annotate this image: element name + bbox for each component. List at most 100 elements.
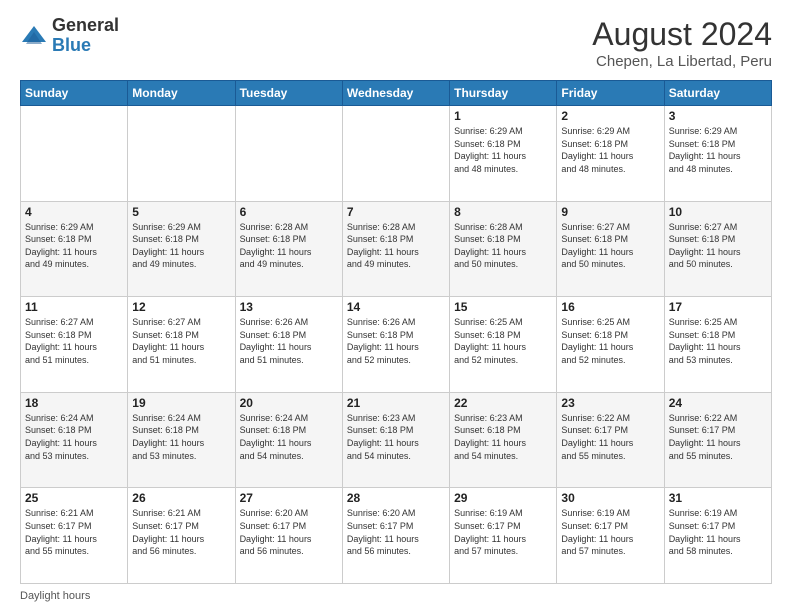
calendar-cell: 2 Sunrise: 6:29 AM Sunset: 6:18 PM Daylig… (557, 106, 664, 202)
day-info: Sunrise: 6:25 AM Sunset: 6:18 PM Dayligh… (669, 316, 767, 366)
day-info: Sunrise: 6:26 AM Sunset: 6:18 PM Dayligh… (240, 316, 338, 366)
calendar-cell: 6 Sunrise: 6:28 AM Sunset: 6:18 PM Daylig… (235, 201, 342, 297)
calendar-cell: 21 Sunrise: 6:23 AM Sunset: 6:18 PM Dayli… (342, 392, 449, 488)
calendar-cell (342, 106, 449, 202)
calendar-cell: 1Sunrise: 6:29 AM Sunset: 6:18 PM Daylig… (450, 106, 557, 202)
calendar-cell: 31 Sunrise: 6:19 AM Sunset: 6:17 PM Dayli… (664, 488, 771, 584)
day-info: Sunrise: 6:24 AM Sunset: 6:18 PM Dayligh… (132, 412, 230, 462)
day-number: 26 (132, 491, 230, 505)
header-monday: Monday (128, 81, 235, 106)
calendar-cell: 18Sunrise: 6:24 AM Sunset: 6:18 PM Dayli… (21, 392, 128, 488)
calendar-cell: 27 Sunrise: 6:20 AM Sunset: 6:17 PM Dayli… (235, 488, 342, 584)
day-number: 3 (669, 109, 767, 123)
day-number: 2 (561, 109, 659, 123)
day-info: Sunrise: 6:27 AM Sunset: 6:18 PM Dayligh… (132, 316, 230, 366)
day-number: 11 (25, 300, 123, 314)
calendar-cell: 29Sunrise: 6:19 AM Sunset: 6:17 PM Dayli… (450, 488, 557, 584)
day-info: Sunrise: 6:23 AM Sunset: 6:18 PM Dayligh… (347, 412, 445, 462)
week-row-3: 11 Sunrise: 6:27 AM Sunset: 6:18 PM Dayli… (21, 297, 772, 393)
day-info: Sunrise: 6:22 AM Sunset: 6:17 PM Dayligh… (669, 412, 767, 462)
day-number: 6 (240, 205, 338, 219)
logo-blue: Blue (52, 35, 91, 55)
calendar-cell: 14 Sunrise: 6:26 AM Sunset: 6:18 PM Dayli… (342, 297, 449, 393)
day-info: Sunrise: 6:24 AM Sunset: 6:18 PM Dayligh… (240, 412, 338, 462)
calendar-cell: 23Sunrise: 6:22 AM Sunset: 6:17 PM Dayli… (557, 392, 664, 488)
day-info: Sunrise: 6:29 AM Sunset: 6:18 PM Dayligh… (25, 221, 123, 271)
day-number: 4 (25, 205, 123, 219)
day-number: 27 (240, 491, 338, 505)
day-info: Sunrise: 6:26 AM Sunset: 6:18 PM Dayligh… (347, 316, 445, 366)
day-number: 19 (132, 396, 230, 410)
day-info: Sunrise: 6:28 AM Sunset: 6:18 PM Dayligh… (454, 221, 552, 271)
logo-text: General Blue (52, 16, 119, 56)
header-sunday: Sunday (21, 81, 128, 106)
day-number: 30 (561, 491, 659, 505)
day-info: Sunrise: 6:28 AM Sunset: 6:18 PM Dayligh… (240, 221, 338, 271)
day-number: 16 (561, 300, 659, 314)
calendar-cell: 22Sunrise: 6:23 AM Sunset: 6:18 PM Dayli… (450, 392, 557, 488)
calendar-cell (235, 106, 342, 202)
logo-general: General (52, 15, 119, 35)
logo-icon (20, 22, 48, 50)
header-thursday: Thursday (450, 81, 557, 106)
calendar-cell: 12 Sunrise: 6:27 AM Sunset: 6:18 PM Dayli… (128, 297, 235, 393)
day-number: 25 (25, 491, 123, 505)
day-number: 7 (347, 205, 445, 219)
calendar-cell: 13 Sunrise: 6:26 AM Sunset: 6:18 PM Dayli… (235, 297, 342, 393)
day-info: Sunrise: 6:21 AM Sunset: 6:17 PM Dayligh… (25, 507, 123, 557)
month-year: August 2024 (592, 16, 772, 53)
day-number: 18 (25, 396, 123, 410)
day-number: 24 (669, 396, 767, 410)
day-info: Sunrise: 6:27 AM Sunset: 6:18 PM Dayligh… (561, 221, 659, 271)
calendar-cell: 19 Sunrise: 6:24 AM Sunset: 6:18 PM Dayli… (128, 392, 235, 488)
week-row-2: 4 Sunrise: 6:29 AM Sunset: 6:18 PM Daylig… (21, 201, 772, 297)
calendar-cell: 7 Sunrise: 6:28 AM Sunset: 6:18 PM Daylig… (342, 201, 449, 297)
day-info: Sunrise: 6:19 AM Sunset: 6:17 PM Dayligh… (561, 507, 659, 557)
title-block: August 2024 Chepen, La Libertad, Peru (592, 16, 772, 70)
day-info: Sunrise: 6:20 AM Sunset: 6:17 PM Dayligh… (240, 507, 338, 557)
page: General Blue August 2024 Chepen, La Libe… (0, 0, 792, 612)
day-info: Sunrise: 6:27 AM Sunset: 6:18 PM Dayligh… (25, 316, 123, 366)
calendar-cell (21, 106, 128, 202)
day-info: Sunrise: 6:19 AM Sunset: 6:17 PM Dayligh… (669, 507, 767, 557)
day-number: 12 (132, 300, 230, 314)
day-number: 23 (561, 396, 659, 410)
day-number: 31 (669, 491, 767, 505)
calendar-cell: 3 Sunrise: 6:29 AM Sunset: 6:18 PM Daylig… (664, 106, 771, 202)
calendar-cell: 17 Sunrise: 6:25 AM Sunset: 6:18 PM Dayli… (664, 297, 771, 393)
day-number: 13 (240, 300, 338, 314)
day-number: 15 (454, 300, 552, 314)
day-info: Sunrise: 6:28 AM Sunset: 6:18 PM Dayligh… (347, 221, 445, 271)
calendar-header-row: SundayMondayTuesdayWednesdayThursdayFrid… (21, 81, 772, 106)
header: General Blue August 2024 Chepen, La Libe… (20, 16, 772, 70)
calendar-cell: 8Sunrise: 6:28 AM Sunset: 6:18 PM Daylig… (450, 201, 557, 297)
day-info: Sunrise: 6:19 AM Sunset: 6:17 PM Dayligh… (454, 507, 552, 557)
day-number: 10 (669, 205, 767, 219)
header-saturday: Saturday (664, 81, 771, 106)
day-info: Sunrise: 6:25 AM Sunset: 6:18 PM Dayligh… (561, 316, 659, 366)
day-info: Sunrise: 6:25 AM Sunset: 6:18 PM Dayligh… (454, 316, 552, 366)
calendar-cell: 9 Sunrise: 6:27 AM Sunset: 6:18 PM Daylig… (557, 201, 664, 297)
calendar-cell: 26Sunrise: 6:21 AM Sunset: 6:17 PM Dayli… (128, 488, 235, 584)
calendar-cell: 15 Sunrise: 6:25 AM Sunset: 6:18 PM Dayli… (450, 297, 557, 393)
week-row-5: 25 Sunrise: 6:21 AM Sunset: 6:17 PM Dayli… (21, 488, 772, 584)
day-number: 21 (347, 396, 445, 410)
day-number: 28 (347, 491, 445, 505)
calendar-cell: 20Sunrise: 6:24 AM Sunset: 6:18 PM Dayli… (235, 392, 342, 488)
week-row-4: 18 Sunrise: 6:24 AM Sunset: 6:18 PM Dayli… (21, 392, 772, 488)
week-row-1: 1 Sunrise: 6:29 AM Sunset: 6:18 PM Daylig… (21, 106, 772, 202)
day-info: Sunrise: 6:29 AM Sunset: 6:18 PM Dayligh… (669, 125, 767, 175)
calendar-cell: 10Sunrise: 6:27 AM Sunset: 6:18 PM Dayli… (664, 201, 771, 297)
day-info: Sunrise: 6:29 AM Sunset: 6:18 PM Dayligh… (561, 125, 659, 175)
footer: Daylight hours (20, 590, 772, 602)
location: Chepen, La Libertad, Peru (592, 53, 772, 70)
calendar-cell: 5Sunrise: 6:29 AM Sunset: 6:18 PM Daylig… (128, 201, 235, 297)
day-info: Sunrise: 6:20 AM Sunset: 6:17 PM Dayligh… (347, 507, 445, 557)
day-number: 14 (347, 300, 445, 314)
calendar-cell: 30 Sunrise: 6:19 AM Sunset: 6:17 PM Dayli… (557, 488, 664, 584)
day-number: 9 (561, 205, 659, 219)
calendar-cell: 24 Sunrise: 6:22 AM Sunset: 6:17 PM Dayli… (664, 392, 771, 488)
day-number: 17 (669, 300, 767, 314)
calendar-table: SundayMondayTuesdayWednesdayThursdayFrid… (20, 80, 772, 584)
day-number: 1 (454, 109, 552, 123)
